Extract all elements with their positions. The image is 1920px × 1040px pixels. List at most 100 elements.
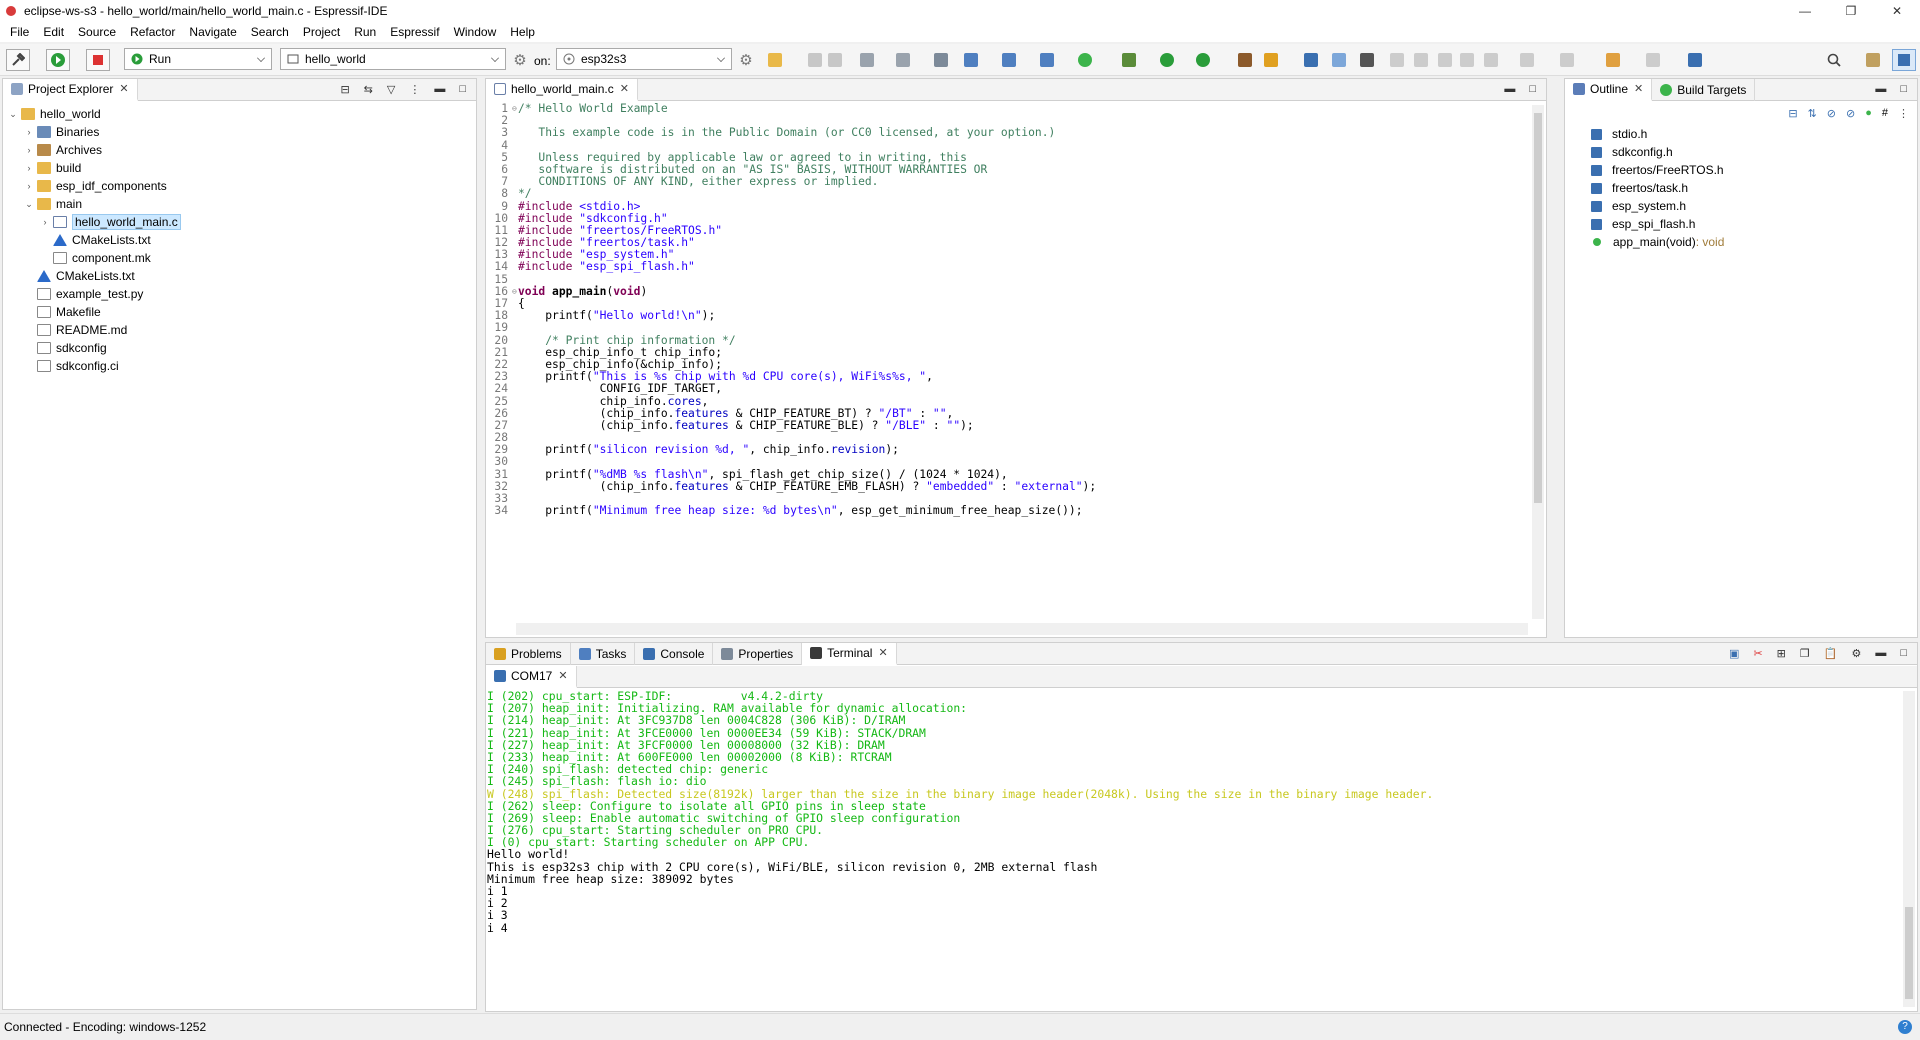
terminal-vertical-scrollbar[interactable] bbox=[1903, 691, 1915, 1007]
maximize-view-icon[interactable]: □ bbox=[1529, 83, 1536, 95]
tree-item[interactable]: README.md bbox=[7, 321, 476, 339]
menu-file[interactable]: File bbox=[3, 25, 36, 39]
outline-item[interactable]: freertos/FreeRTOS.h bbox=[1591, 161, 1724, 179]
tab-problems[interactable]: Problems bbox=[486, 642, 571, 665]
tree-item[interactable]: › build bbox=[7, 159, 476, 177]
tab-properties[interactable]: Properties bbox=[713, 642, 803, 665]
launch-mode-combo[interactable]: Run bbox=[124, 48, 272, 70]
launch-stop-button[interactable] bbox=[86, 49, 110, 71]
expand-toggle-icon[interactable]: ⌄ bbox=[7, 109, 19, 120]
maximize-view-icon[interactable]: □ bbox=[459, 83, 466, 96]
new-class-icon[interactable] bbox=[1040, 53, 1054, 67]
tree-item[interactable]: CMakeLists.txt bbox=[7, 231, 476, 249]
menu-project[interactable]: Project bbox=[296, 25, 347, 39]
close-button[interactable]: ✕ bbox=[1874, 0, 1920, 22]
refresh-icon[interactable] bbox=[1078, 53, 1092, 67]
collapse-all-icon[interactable]: ⊟ bbox=[1788, 107, 1797, 120]
maximize-button[interactable]: ❐ bbox=[1828, 0, 1874, 22]
menu-edit[interactable]: Edit bbox=[36, 25, 71, 39]
launch-config-settings-button[interactable]: ⚙ bbox=[508, 49, 532, 71]
tree-item[interactable]: ⌄ main bbox=[7, 195, 476, 213]
tab-tasks[interactable]: Tasks bbox=[571, 642, 636, 665]
menu-refactor[interactable]: Refactor bbox=[123, 25, 182, 39]
monitor-icon[interactable] bbox=[1304, 53, 1318, 67]
tree-item[interactable]: ⌄ hello_world bbox=[7, 105, 476, 123]
disconnect-icon[interactable]: ✂ bbox=[1753, 647, 1762, 660]
new-icon[interactable] bbox=[768, 53, 782, 67]
minimize-view-icon[interactable]: ▬ bbox=[434, 83, 445, 96]
close-icon[interactable]: ✕ bbox=[119, 82, 128, 95]
terminal-output[interactable]: I (202) cpu_start: ESP-IDF: v4.4.2-dirty… bbox=[487, 690, 1899, 1007]
maximize-view-icon[interactable]: □ bbox=[1900, 647, 1907, 660]
tree-item[interactable]: › hello_world_main.c bbox=[7, 213, 476, 231]
tree-item[interactable]: example_test.py bbox=[7, 285, 476, 303]
menu-search[interactable]: Search bbox=[244, 25, 296, 39]
expand-toggle-icon[interactable]: › bbox=[23, 127, 35, 137]
outline-item[interactable]: freertos/task.h bbox=[1591, 179, 1724, 197]
scrollbar-thumb[interactable] bbox=[1905, 907, 1913, 999]
filter-icon[interactable]: ▽ bbox=[387, 83, 395, 96]
tree-item[interactable]: sdkconfig bbox=[7, 339, 476, 357]
maximize-view-icon[interactable]: □ bbox=[1900, 83, 1907, 95]
tab-com17[interactable]: COM17 ✕ bbox=[486, 665, 577, 688]
launch-target-combo[interactable]: esp32s3 bbox=[556, 48, 732, 70]
next-annotation-icon[interactable] bbox=[1484, 53, 1498, 67]
close-icon[interactable]: ✕ bbox=[1634, 82, 1643, 95]
editor-horizontal-scrollbar[interactable] bbox=[516, 623, 1528, 635]
hide-nonpublic-icon[interactable]: ● bbox=[1865, 107, 1872, 120]
menu-window[interactable]: Window bbox=[447, 25, 504, 39]
view-menu-icon[interactable]: ⋮ bbox=[1898, 107, 1909, 120]
save-icon[interactable] bbox=[808, 53, 822, 67]
last-edit-icon[interactable] bbox=[1560, 53, 1574, 67]
close-icon[interactable]: ✕ bbox=[620, 82, 629, 95]
tab-outline[interactable]: Outline ✕ bbox=[1565, 78, 1653, 101]
link-icon[interactable] bbox=[1332, 53, 1346, 67]
open-perspective-icon[interactable] bbox=[1866, 53, 1880, 67]
expand-toggle-icon[interactable]: › bbox=[39, 217, 51, 227]
tab-console[interactable]: Console bbox=[635, 642, 714, 665]
search-tool-icon[interactable] bbox=[1264, 53, 1278, 67]
toggle-mark-icon[interactable] bbox=[1414, 53, 1428, 67]
tab-build-targets[interactable]: Build Targets bbox=[1652, 78, 1756, 101]
new-component-icon[interactable] bbox=[1002, 53, 1016, 67]
minimize-view-icon[interactable]: ▬ bbox=[1875, 83, 1886, 95]
help-icon[interactable]: ? bbox=[1898, 1020, 1912, 1034]
terminal-icon[interactable] bbox=[934, 53, 948, 67]
new-project-icon[interactable] bbox=[964, 53, 978, 67]
back-icon[interactable] bbox=[1606, 53, 1620, 67]
outline-item[interactable]: stdio.h bbox=[1591, 125, 1724, 143]
copy-icon[interactable]: ❐ bbox=[1800, 647, 1810, 660]
tab-terminal[interactable]: Terminal ✕ bbox=[802, 642, 897, 665]
expand-toggle-icon[interactable]: › bbox=[23, 145, 35, 155]
outline-item[interactable]: sdkconfig.h bbox=[1591, 143, 1724, 161]
scroll-lock-icon[interactable]: ⊞ bbox=[1777, 647, 1786, 660]
menu-espressif[interactable]: Espressif bbox=[383, 25, 446, 39]
block-selection-icon[interactable] bbox=[1438, 53, 1452, 67]
menu-run[interactable]: Run bbox=[347, 25, 383, 39]
link-editor-icon[interactable]: ⇆ bbox=[364, 83, 373, 96]
tree-item[interactable]: › Archives bbox=[7, 141, 476, 159]
target-settings-button[interactable]: ⚙ bbox=[734, 49, 758, 71]
tree-item[interactable]: › Binaries bbox=[7, 123, 476, 141]
menu-source[interactable]: Source bbox=[71, 25, 123, 39]
collapse-all-icon[interactable]: ⊟ bbox=[340, 83, 349, 96]
tools-icon[interactable] bbox=[896, 53, 910, 67]
debug-icon[interactable] bbox=[1122, 53, 1136, 67]
close-icon[interactable]: ✕ bbox=[558, 669, 567, 682]
tab-hello-world-main-c[interactable]: hello_world_main.c ✕ bbox=[486, 78, 638, 101]
expand-toggle-icon[interactable]: › bbox=[23, 181, 35, 191]
editor-vertical-scrollbar[interactable] bbox=[1532, 105, 1544, 619]
build-button[interactable] bbox=[6, 49, 30, 71]
run-icon[interactable] bbox=[1160, 53, 1174, 67]
scrollbar-thumb[interactable] bbox=[1534, 113, 1542, 503]
menu-navigate[interactable]: Navigate bbox=[182, 25, 243, 39]
expand-toggle-icon[interactable]: ⌄ bbox=[23, 199, 35, 210]
minimize-button[interactable]: — bbox=[1782, 0, 1828, 22]
open-type-icon[interactable] bbox=[1238, 53, 1252, 67]
launch-config-combo[interactable]: hello_world bbox=[280, 48, 506, 70]
menu-help[interactable]: Help bbox=[503, 25, 542, 39]
expand-toggle-icon[interactable]: › bbox=[23, 163, 35, 173]
forward-icon[interactable] bbox=[1646, 53, 1660, 67]
group-includes-icon[interactable]: # bbox=[1882, 107, 1888, 120]
outline-item[interactable]: esp_spi_flash.h bbox=[1591, 215, 1724, 233]
